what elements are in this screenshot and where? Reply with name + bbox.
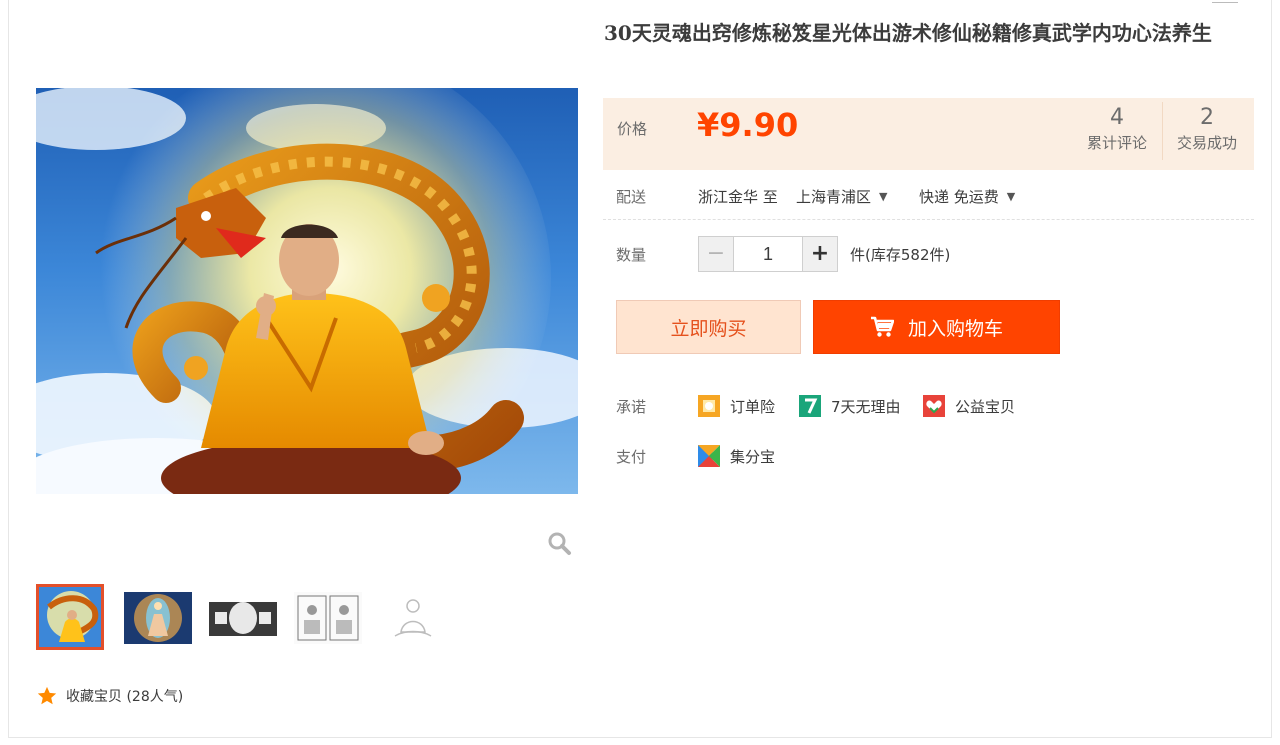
quantity-input[interactable] <box>734 236 802 272</box>
price-label: 价格 <box>617 120 648 138</box>
shipping-method-dropdown[interactable]: 快递 免运费 ▼ <box>919 186 1015 207</box>
buy-now-button[interactable]: 立即购买 <box>616 300 801 354</box>
quantity-decrease-button[interactable]: − <box>698 236 734 272</box>
chevron-down-icon: ▼ <box>1006 190 1016 203</box>
price-panel: 价格 ¥9.90 4 累计评论 2 交易成功 <box>603 98 1254 170</box>
jifenbao-icon <box>698 445 720 467</box>
payment-jifenbao-label: 集分宝 <box>730 447 776 466</box>
charity-icon <box>923 395 945 417</box>
stock-info: 件(库存582件) <box>850 246 951 264</box>
shipping-destination-dropdown[interactable]: 上海青浦区 ▼ <box>796 186 887 207</box>
favorite-label: 收藏宝贝 (28人气) <box>66 689 184 705</box>
payment-jifenbao[interactable]: 集分宝 <box>698 444 775 468</box>
review-count-label: 累计评论 <box>1086 134 1147 152</box>
cart-icon <box>870 316 894 337</box>
shipping-label: 配送 <box>616 188 647 206</box>
add-to-cart-label: 加入购物车 <box>907 317 1003 340</box>
zoom-icon[interactable] <box>546 530 572 556</box>
promise-charity[interactable]: 公益宝贝 <box>923 394 1015 418</box>
transaction-count-stat[interactable]: 2 交易成功 <box>1163 104 1251 154</box>
review-count: 4 <box>1110 105 1124 130</box>
thumbnail-3[interactable] <box>209 592 277 644</box>
thumbnail-1[interactable] <box>36 584 104 650</box>
buy-now-label: 立即购买 <box>670 317 747 340</box>
shipping-destination: 上海青浦区 <box>796 188 872 206</box>
order-insurance-icon <box>698 395 720 417</box>
favorite-button[interactable]: 收藏宝贝 (28人气) <box>36 684 183 708</box>
top-link-fragment <box>1212 0 1238 3</box>
payment-label: 支付 <box>616 448 647 466</box>
quantity-increase-button[interactable]: + <box>802 236 838 272</box>
thumbnail-2[interactable] <box>124 592 192 644</box>
shipping-method: 快递 免运费 <box>919 188 999 206</box>
star-icon <box>37 686 57 705</box>
promise-order-insurance-label: 订单险 <box>730 397 776 416</box>
thumbnail-4[interactable] <box>294 592 362 644</box>
thumbnail-5[interactable] <box>379 592 447 644</box>
transaction-count: 2 <box>1200 105 1214 130</box>
promise-order-insurance[interactable]: 订单险 <box>698 394 775 418</box>
shipping-origin: 浙江金华 至 <box>698 188 778 206</box>
price-value: ¥9.90 <box>697 106 799 144</box>
promise-seven-day-return[interactable]: 7天无理由 <box>799 394 901 418</box>
quantity-label: 数量 <box>616 246 647 264</box>
promise-charity-label: 公益宝贝 <box>955 397 1016 416</box>
transaction-count-label: 交易成功 <box>1176 134 1237 152</box>
main-product-image[interactable] <box>36 88 578 494</box>
chevron-down-icon: ▼ <box>879 190 888 203</box>
seven-day-return-icon <box>799 395 821 417</box>
promise-seven-day-return-label: 7天无理由 <box>831 397 901 416</box>
product-title: 30天灵魂出窍修炼秘笈星光体出游术修仙秘籍修真武学内功心法养生 <box>604 21 1212 45</box>
divider <box>603 219 1254 220</box>
promise-label: 承诺 <box>616 398 647 416</box>
review-count-stat[interactable]: 4 累计评论 <box>1073 104 1161 154</box>
add-to-cart-button[interactable]: 加入购物车 <box>813 300 1060 354</box>
